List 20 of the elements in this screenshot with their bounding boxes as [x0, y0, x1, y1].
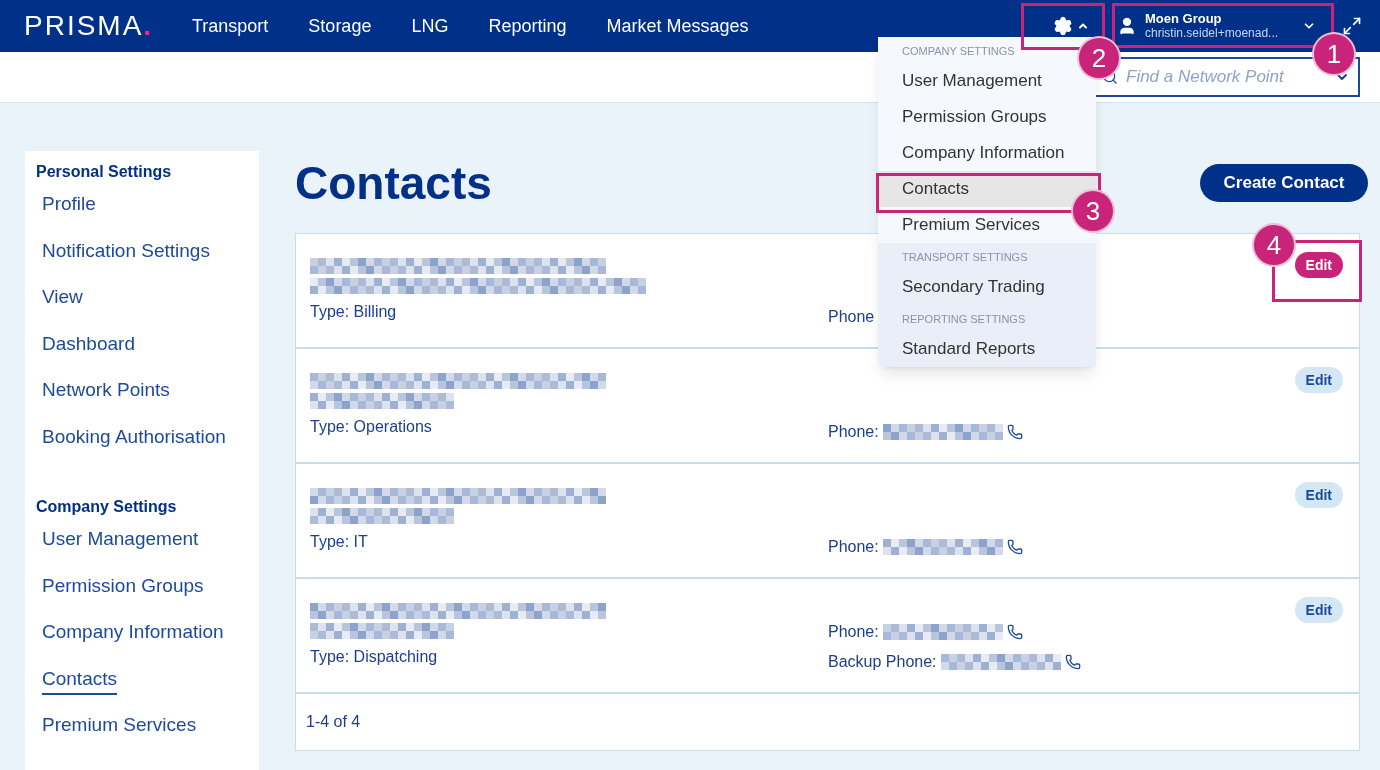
phone-label: Backup Phone: [828, 652, 937, 672]
menu-section-header: COMPANY SETTINGS [901, 44, 1016, 59]
pagination-text: 1-4 of 4 [305, 712, 362, 732]
phone-label: Phone [828, 307, 875, 327]
step-number-tooltip: 4 [1252, 223, 1296, 267]
phone-label: Phone: [828, 537, 879, 557]
contact-type: Type: Billing [310, 302, 398, 322]
contact-type: Type: IT [310, 532, 369, 552]
sidebar-heading: Personal Settings [36, 162, 173, 182]
contact-type: Type: Dispatching [310, 647, 439, 667]
menu-section-header: REPORTING SETTINGS [901, 312, 1027, 327]
contact-type: Type: Operations [310, 417, 433, 437]
account-email: christin.seidel+moenad... [1145, 26, 1280, 40]
menu-section-header: TRANSPORT SETTINGS [901, 250, 1029, 265]
sidebar-heading: Company Settings [36, 497, 178, 517]
page-title: Contacts [295, 155, 492, 211]
phone-label: Phone: [828, 622, 879, 642]
logo: PRISMA. [24, 9, 155, 43]
account-name: Moen Group [1145, 12, 1223, 26]
phone-label: Phone: [828, 422, 879, 442]
